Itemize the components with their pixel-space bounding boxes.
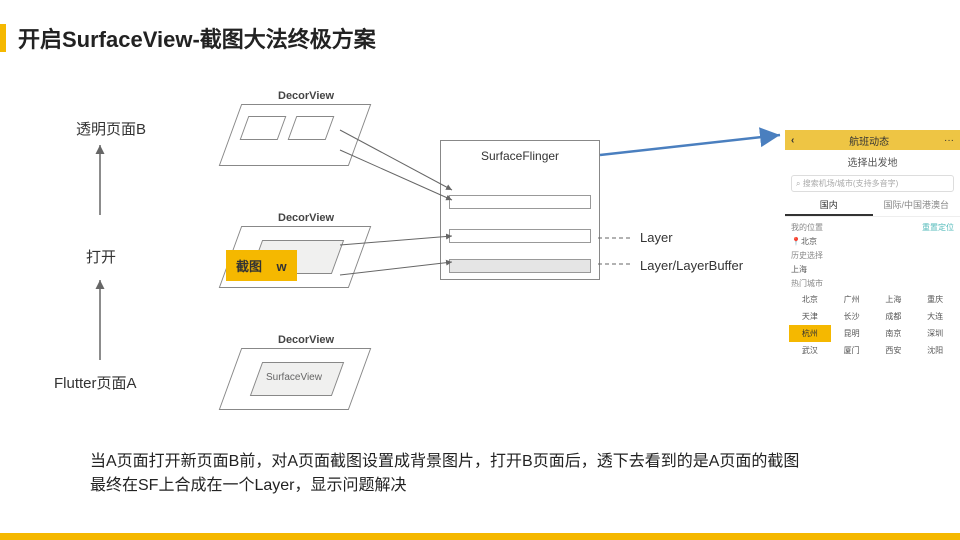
sec-history: 历史选择 bbox=[785, 248, 960, 263]
desc-line-1: 当A页面打开新页面B前，对A页面截图设置成背景图片，打开B页面后，透下去看到的是… bbox=[90, 450, 799, 474]
row-location[interactable]: 📍 北京 bbox=[785, 235, 960, 248]
screenshot-label: 截图 bbox=[236, 259, 262, 274]
sf-label: SurfaceFlinger bbox=[481, 149, 559, 163]
decor-a-label: DecorView bbox=[278, 334, 334, 346]
sf-row-1 bbox=[449, 195, 591, 209]
city-item[interactable]: 西安 bbox=[873, 342, 915, 359]
title-accent bbox=[0, 24, 6, 52]
city-grid: 北京 广州 上海 重庆 天津 长沙 成都 大连 杭州 昆明 南京 深圳 武汉 厦… bbox=[785, 291, 960, 359]
city-item[interactable]: 长沙 bbox=[831, 308, 873, 325]
tab-intl[interactable]: 国际/中国港澳台 bbox=[873, 195, 960, 216]
layer-label: Layer bbox=[640, 230, 673, 245]
stack-b: DecorView bbox=[230, 96, 360, 176]
sf-row-3 bbox=[449, 259, 591, 273]
phone-title: 航班动态 bbox=[794, 133, 944, 148]
city-item[interactable]: 大连 bbox=[914, 308, 956, 325]
city-item[interactable]: 沈阳 bbox=[914, 342, 956, 359]
sv-a-label: SurfaceView bbox=[266, 372, 322, 383]
phone-subtitle: 选择出发地 bbox=[785, 150, 960, 173]
city-item[interactable]: 重庆 bbox=[914, 291, 956, 308]
layerbuffer-label: Layer/LayerBuffer bbox=[640, 258, 743, 273]
more-icon[interactable]: ··· bbox=[944, 135, 954, 146]
city-item[interactable]: 成都 bbox=[873, 308, 915, 325]
search-placeholder: 搜索机场/城市(支持多音字) bbox=[803, 179, 899, 188]
phone-header: ‹ 航班动态 ··· bbox=[785, 130, 960, 150]
sec-hot: 热门城市 bbox=[785, 276, 960, 291]
city-item[interactable]: 北京 bbox=[789, 291, 831, 308]
city-item-active[interactable]: 杭州 bbox=[789, 325, 831, 342]
bottom-bar bbox=[0, 533, 960, 540]
label-open: 打开 bbox=[86, 246, 116, 267]
row-history[interactable]: 上海 bbox=[785, 263, 960, 276]
desc-line-2: 最终在SF上合成在一个Layer，显示问题解决 bbox=[90, 474, 799, 498]
phone-search[interactable]: ⌕ 搜索机场/城市(支持多音字) bbox=[791, 175, 954, 192]
city-item[interactable]: 天津 bbox=[789, 308, 831, 325]
tab-domestic[interactable]: 国内 bbox=[785, 195, 873, 216]
label-page-b: 透明页面B bbox=[76, 118, 146, 139]
city-item[interactable]: 厦门 bbox=[831, 342, 873, 359]
city-item[interactable]: 深圳 bbox=[914, 325, 956, 342]
label-page-a: Flutter页面A bbox=[54, 372, 137, 393]
city-item[interactable]: 昆明 bbox=[831, 325, 873, 342]
city-item[interactable]: 上海 bbox=[873, 291, 915, 308]
sf-row-2 bbox=[449, 229, 591, 243]
surface-flinger-box: SurfaceFlinger bbox=[440, 140, 600, 280]
city-item[interactable]: 武汉 bbox=[789, 342, 831, 359]
description: 当A页面打开新页面B前，对A页面截图设置成背景图片，打开B页面后，透下去看到的是… bbox=[90, 450, 799, 498]
stack-a: DecorView SurfaceView bbox=[230, 340, 360, 420]
phone-mock: ‹ 航班动态 ··· 选择出发地 ⌕ 搜索机场/城市(支持多音字) 国内 国际/… bbox=[785, 130, 960, 390]
city-item[interactable]: 广州 bbox=[831, 291, 873, 308]
slide-title: 开启SurfaceView-截图大法终极方案 bbox=[18, 22, 376, 54]
decor-mid-label: DecorView bbox=[278, 212, 334, 224]
decor-b-label: DecorView bbox=[278, 90, 334, 102]
city-item[interactable]: 南京 bbox=[873, 325, 915, 342]
screenshot-badge: 截图 w bbox=[226, 250, 297, 281]
sec-location: 我的位置重置定位 bbox=[785, 220, 960, 235]
phone-tabs: 国内 国际/中国港澳台 bbox=[785, 195, 960, 217]
